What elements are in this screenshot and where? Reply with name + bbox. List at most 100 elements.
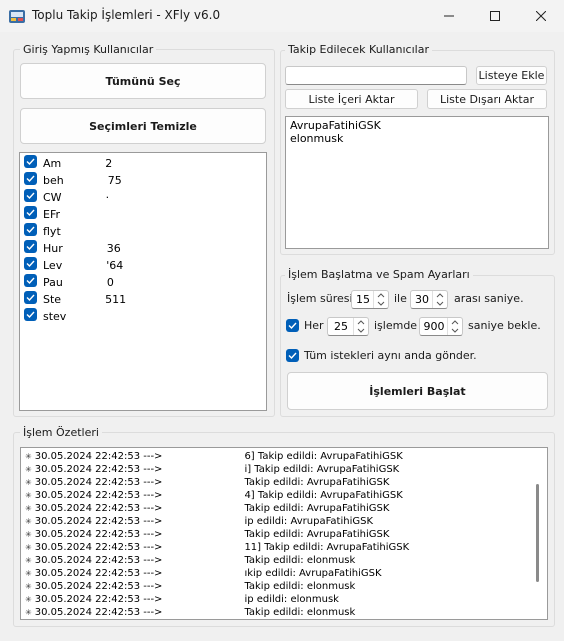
minimize-button[interactable] bbox=[426, 0, 472, 32]
target-user-item[interactable]: elonmusk bbox=[290, 132, 544, 145]
stepper-arrows-icon bbox=[377, 293, 385, 306]
target-user-input[interactable] bbox=[285, 66, 467, 85]
user-name-tail: 36 bbox=[106, 241, 121, 255]
user-item[interactable]: Lev '64 bbox=[24, 255, 123, 272]
user-checkbox[interactable] bbox=[24, 291, 37, 304]
log-message: ip edildi: elonmusk bbox=[244, 594, 339, 605]
app-icon bbox=[8, 7, 26, 25]
log-line: ✳ 30.05.2024 22:42:53 ---> ip edildi: Avru… bbox=[25, 515, 374, 528]
duration-min-stepper[interactable]: 15 bbox=[351, 290, 389, 309]
log-message: Takip edildi: elonmusk bbox=[244, 555, 356, 566]
clear-selection-button[interactable]: Seçimleri Temizle bbox=[20, 108, 266, 144]
user-item[interactable]: Pau 0 bbox=[24, 272, 114, 289]
log-message: 11] Takip edildi: AvrupaFatihiGSK bbox=[244, 542, 410, 553]
every-count-stepper[interactable]: 25 bbox=[327, 317, 369, 336]
log-message: 6] Takip edildi: AvrupaFatihiGSK bbox=[244, 451, 403, 462]
wait-label: saniye bekle. bbox=[468, 319, 541, 332]
duration-max-stepper[interactable]: 30 bbox=[410, 290, 448, 309]
user-checkbox[interactable] bbox=[24, 189, 37, 202]
duration-min-value: 15 bbox=[356, 293, 370, 306]
user-item[interactable]: Hur 36 bbox=[24, 238, 121, 255]
log-message: Takip edildi: AvrupaFatihiGSK bbox=[244, 529, 390, 540]
log-time: 30.05.2024 22:42:53 ---> bbox=[34, 477, 163, 488]
stepper-arrows[interactable] bbox=[432, 291, 447, 308]
user-checkbox[interactable] bbox=[24, 274, 37, 287]
user-name: beh bbox=[43, 173, 64, 187]
user-name-tail: 75 bbox=[107, 173, 122, 187]
log-message: ıkip edildi: AvrupaFatihiGSK bbox=[244, 568, 382, 579]
logged-in-users-list[interactable]: Am 2 beh 75 CW · EFr flyt Hur 36 Lev '64 Pau 0… bbox=[19, 152, 267, 411]
seconds-between-label: arası saniye. bbox=[454, 292, 524, 305]
user-name: Ste bbox=[43, 292, 62, 306]
log-time: 30.05.2024 22:42:53 ---> bbox=[34, 451, 163, 462]
user-item[interactable]: CW · bbox=[24, 187, 109, 204]
user-checkbox[interactable] bbox=[24, 257, 37, 270]
target-users-label: Takip Edilecek Kullanıcılar bbox=[285, 43, 432, 56]
user-name: EFr bbox=[43, 207, 60, 221]
user-name: stev bbox=[43, 309, 67, 323]
log-message: Takip edildi: elonmusk bbox=[244, 607, 356, 618]
every-count-value: 25 bbox=[334, 320, 348, 333]
log-line: ✳ 30.05.2024 22:42:53 ---> ip edildi: elon… bbox=[25, 593, 339, 606]
user-item[interactable]: Am 2 bbox=[24, 153, 112, 170]
log-line: ✳ 30.05.2024 22:42:53 ---> 6] Takip edildi… bbox=[25, 450, 403, 463]
user-checkbox[interactable] bbox=[24, 155, 37, 168]
stepper-arrows[interactable] bbox=[373, 291, 388, 308]
wait-seconds-stepper[interactable]: 900 bbox=[419, 317, 463, 336]
log-line: ✳ 30.05.2024 22:42:53 ---> Takip edildi: e… bbox=[25, 606, 356, 619]
log-time: 30.05.2024 22:42:53 ---> bbox=[34, 529, 163, 540]
log-time: 30.05.2024 22:42:53 ---> bbox=[34, 542, 163, 553]
user-name-tail: 511 bbox=[105, 292, 127, 306]
send-all-label: Tüm istekleri aynı anda gönder. bbox=[304, 349, 477, 362]
user-name: CW bbox=[43, 190, 62, 204]
log-line: ✳ 30.05.2024 22:42:53 ---> Takip edildi: e… bbox=[25, 554, 356, 567]
log-message: Takip edildi: AvrupaFatihiGSK bbox=[244, 477, 390, 488]
user-item[interactable]: stev bbox=[24, 306, 111, 323]
target-user-item[interactable]: AvrupaFatihiGSK bbox=[290, 119, 544, 132]
import-list-button[interactable]: Liste İçeri Aktar bbox=[285, 89, 418, 109]
user-name: Pau bbox=[43, 275, 63, 289]
user-checkbox[interactable] bbox=[24, 223, 37, 236]
select-all-button[interactable]: Tümünü Seç bbox=[20, 63, 266, 99]
log-line: ✳ 30.05.2024 22:42:53 ---> ıkip edildi: Av… bbox=[25, 567, 382, 580]
user-checkbox[interactable] bbox=[24, 206, 37, 219]
log-line: ✳ 30.05.2024 22:42:53 ---> i] Takip edildi… bbox=[25, 463, 400, 476]
every-unit-label: işlemde bbox=[374, 319, 418, 332]
log-line: ✳ 30.05.2024 22:42:53 ---> 4] Takip edildi… bbox=[25, 489, 403, 502]
start-operations-button[interactable]: İşlemleri Başlat bbox=[287, 372, 548, 410]
user-name-tail: 0 bbox=[106, 275, 114, 289]
user-item[interactable]: EFr bbox=[24, 204, 104, 221]
logged-in-users-label: Giriş Yapmış Kullanıcılar bbox=[20, 43, 157, 56]
log-time: 30.05.2024 22:42:53 ---> bbox=[34, 607, 163, 618]
stepper-arrows[interactable] bbox=[447, 318, 462, 335]
user-item[interactable]: beh 75 bbox=[24, 170, 122, 187]
every-checkbox[interactable] bbox=[286, 319, 299, 332]
every-label: Her bbox=[304, 319, 324, 332]
stepper-arrows-icon bbox=[451, 320, 459, 333]
user-name: Am bbox=[43, 156, 62, 170]
user-name-tail: · bbox=[105, 190, 110, 204]
log-list[interactable]: ✳ 30.05.2024 22:42:53 ---> 6] Takip edildi… bbox=[20, 447, 548, 620]
log-line: ✳ 30.05.2024 22:42:53 ---> Takip edildi: A… bbox=[25, 502, 390, 515]
log-time: 30.05.2024 22:42:53 ---> bbox=[34, 555, 163, 566]
stepper-arrows[interactable] bbox=[353, 318, 368, 335]
user-checkbox[interactable] bbox=[24, 240, 37, 253]
user-name: Hur bbox=[43, 241, 63, 255]
user-item[interactable]: flyt bbox=[24, 221, 105, 238]
settings-label: İşlem Başlatma ve Spam Ayarları bbox=[285, 268, 473, 281]
log-time: 30.05.2024 22:42:53 ---> bbox=[34, 516, 163, 527]
add-to-list-button[interactable]: Listeye Ekle bbox=[476, 66, 547, 85]
user-checkbox[interactable] bbox=[24, 308, 37, 321]
target-users-list[interactable]: AvrupaFatihiGSK elonmusk bbox=[285, 116, 549, 249]
stepper-arrows-icon bbox=[357, 320, 365, 333]
export-list-button[interactable]: Liste Dışarı Aktar bbox=[427, 89, 547, 109]
user-checkbox[interactable] bbox=[24, 172, 37, 185]
user-item[interactable]: Ste 511 bbox=[24, 289, 126, 306]
log-scrollbar[interactable] bbox=[536, 484, 539, 582]
close-button[interactable] bbox=[518, 0, 564, 32]
log-time: 30.05.2024 22:42:53 ---> bbox=[34, 594, 163, 605]
send-all-checkbox[interactable] bbox=[286, 349, 299, 362]
maximize-button[interactable] bbox=[472, 0, 518, 32]
log-message: 4] Takip edildi: AvrupaFatihiGSK bbox=[244, 490, 403, 501]
wait-seconds-value: 900 bbox=[423, 320, 445, 333]
